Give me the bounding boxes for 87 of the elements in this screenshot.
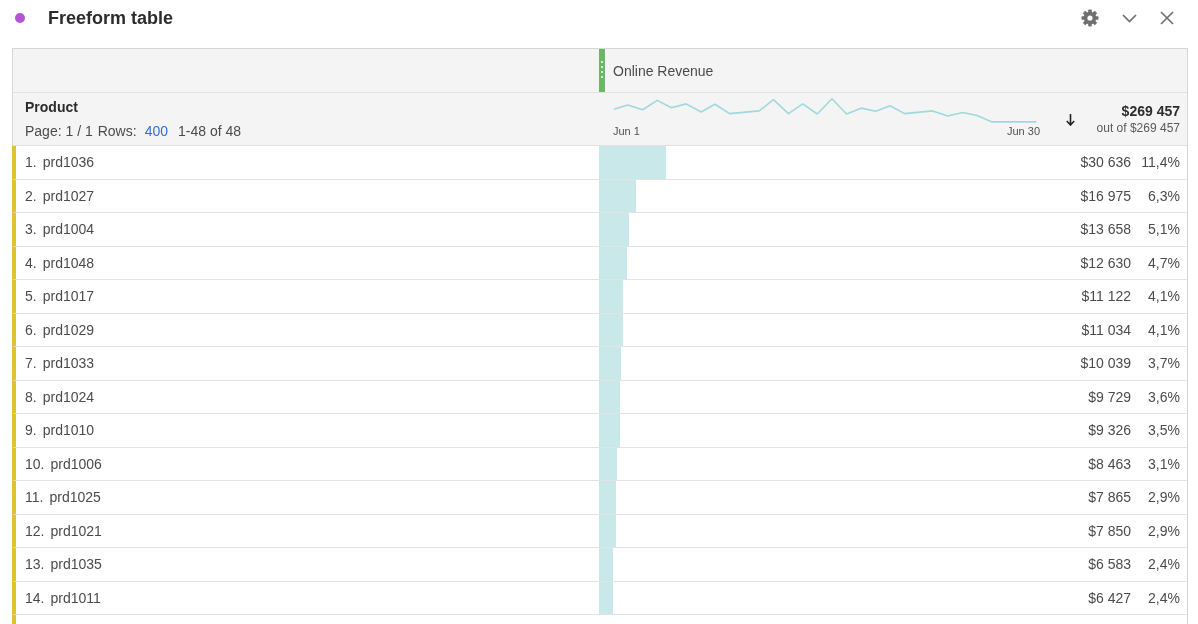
row-number: 8. xyxy=(25,387,37,406)
data-bar xyxy=(599,447,618,480)
revenue-percent: 2,4% xyxy=(1148,555,1180,574)
close-icon xyxy=(1160,11,1174,25)
data-bar xyxy=(599,514,617,547)
row-number: 2. xyxy=(25,186,37,205)
data-bar xyxy=(599,548,614,581)
product-name: prd1021 xyxy=(50,521,102,540)
product-name: prd1017 xyxy=(42,287,95,306)
product-name: prd1024 xyxy=(42,387,95,406)
product-name: prd1004 xyxy=(42,220,95,239)
revenue-value: $11 034 xyxy=(1081,320,1131,339)
product-name: prd1029 xyxy=(42,320,95,339)
row-number: 3. xyxy=(25,220,37,239)
revenue-percent: 3,6% xyxy=(1148,387,1180,406)
data-bar xyxy=(599,213,629,246)
product-name: prd1035 xyxy=(50,555,102,574)
trend-end-date: Jun 30 xyxy=(1006,125,1040,138)
row-number: 4. xyxy=(25,253,37,272)
data-bar xyxy=(599,380,621,413)
revenue-value: $10 039 xyxy=(1080,354,1131,373)
data-bar xyxy=(599,347,621,380)
revenue-value: $12 630 xyxy=(1080,253,1131,272)
revenue-value: $13 658 xyxy=(1080,220,1131,239)
row-range: 1-48 of 48 xyxy=(178,121,242,141)
data-bar xyxy=(599,481,617,514)
revenue-percent: 2,9% xyxy=(1148,488,1180,507)
product-name: prd1036 xyxy=(42,153,95,172)
trend-start-date: Jun 1 xyxy=(613,125,640,138)
revenue-percent: 4,7% xyxy=(1148,253,1180,272)
data-bar xyxy=(599,246,627,279)
settings-icon xyxy=(1081,9,1099,27)
metric-name: Online Revenue xyxy=(613,61,714,80)
page-info: Page: 1 / 1 xyxy=(25,121,93,141)
revenue-value: $7 865 xyxy=(1088,488,1131,507)
close-button[interactable] xyxy=(1159,9,1175,27)
product-name: prd1010 xyxy=(42,421,95,440)
revenue-value: $9 326 xyxy=(1088,421,1131,440)
revenue-percent: 11,4% xyxy=(1141,153,1180,172)
revenue-percent: 3,1% xyxy=(1148,454,1180,473)
column-drag-handle[interactable] xyxy=(599,49,605,92)
row-number: 11. xyxy=(25,488,44,507)
revenue-percent: 2,4% xyxy=(1148,588,1180,607)
metric-total: $269 457 xyxy=(1121,102,1180,120)
revenue-value: $8 463 xyxy=(1088,454,1131,473)
product-name: prd1011 xyxy=(50,588,101,607)
row-number: 12. xyxy=(25,521,45,540)
panel-title: Freeform table xyxy=(48,7,174,30)
rows-label: Rows: xyxy=(97,121,137,141)
revenue-percent: 4,1% xyxy=(1148,287,1180,306)
revenue-percent: 3,7% xyxy=(1148,354,1180,373)
revenue-value: $16 975 xyxy=(1080,186,1131,205)
revenue-percent: 6,3% xyxy=(1148,186,1180,205)
revenue-percent: 2,9% xyxy=(1148,521,1180,540)
revenue-value: $9 729 xyxy=(1088,387,1131,406)
product-name: prd1048 xyxy=(42,253,95,272)
data-bar xyxy=(599,280,624,313)
settings-button[interactable] xyxy=(1081,9,1099,27)
row-number: 9. xyxy=(25,421,37,440)
product-name: prd1006 xyxy=(50,454,102,473)
row-number: 7. xyxy=(25,354,37,373)
product-name: prd1027 xyxy=(42,186,95,205)
chevron-down-icon xyxy=(1121,13,1137,23)
product-name: prd1033 xyxy=(42,354,95,373)
revenue-value: $11 122 xyxy=(1081,287,1131,306)
data-bar xyxy=(599,581,614,614)
sort-descending-icon[interactable] xyxy=(1066,114,1075,126)
row-number: 6. xyxy=(25,320,37,339)
revenue-percent: 4,1% xyxy=(1148,320,1180,339)
row-number: 10. xyxy=(25,454,45,473)
revenue-value: $6 583 xyxy=(1088,555,1131,574)
row-number: 14. xyxy=(25,588,45,607)
data-bar xyxy=(599,414,620,447)
revenue-percent: 3,5% xyxy=(1148,421,1180,440)
revenue-value: $7 850 xyxy=(1088,521,1131,540)
product-name: prd1025 xyxy=(49,488,101,507)
rows-per-page-link[interactable]: 400 xyxy=(144,120,168,141)
status-dot-icon xyxy=(15,13,25,23)
metric-total-of: out of $269 457 xyxy=(1096,120,1180,136)
revenue-percent: 5,1% xyxy=(1148,220,1180,239)
revenue-value: $6 427 xyxy=(1088,588,1131,607)
row-number: 5. xyxy=(25,287,37,306)
dimension-name: Product xyxy=(25,97,78,117)
row-number: 13. xyxy=(25,555,45,574)
data-bar xyxy=(599,313,624,346)
revenue-value: $30 636 xyxy=(1080,153,1131,172)
row-number: 1. xyxy=(25,153,37,172)
